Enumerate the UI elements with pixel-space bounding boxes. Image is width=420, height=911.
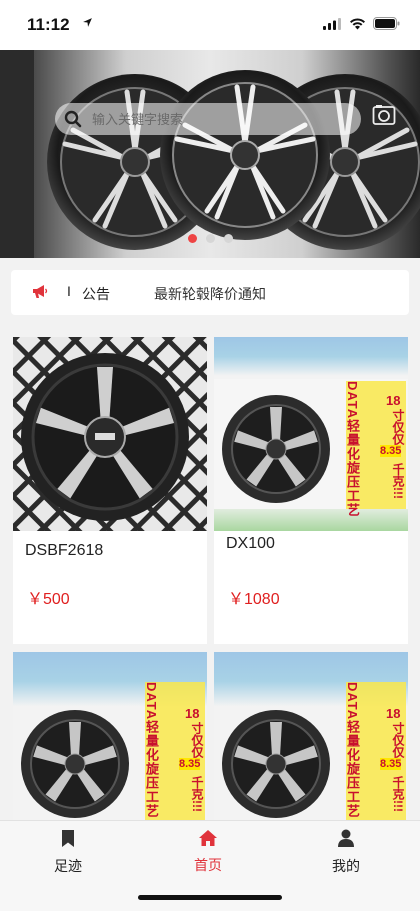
bookmark-icon [62,830,74,847]
search-input[interactable] [90,110,334,128]
notice-text[interactable]: 最新轮毂降价通知 [154,284,266,304]
battery-icon [373,17,400,30]
banner-carousel[interactable] [0,50,420,258]
product-card[interactable]: DATA轻量化旋压工艺 18 寸仅仅 8.35 千克!!! DX100 ￥108… [214,337,408,644]
product-card[interactable]: DSBF2618 ￥500 [13,337,207,644]
product-card[interactable]: DATA轻量化旋压工艺 18 寸仅仅 8.35 千克!!! [214,652,408,822]
promo-badge-inch: 寸仅仅 [391,409,405,445]
carousel-dot-1[interactable] [187,234,197,243]
product-name: DSBF2618 [25,542,104,559]
promo-badge-weight: 8.35 [380,758,402,770]
signal-icon [323,17,341,30]
product-image [13,337,207,531]
home-indicator[interactable] [138,895,282,900]
product-price: ￥1080 [228,591,280,608]
promo-badge-num: 18 [386,393,401,408]
search-bar[interactable] [55,103,361,135]
promo-badge-unit: 千克!!! [190,776,204,812]
notice-separator: I [67,283,71,299]
banner-image-wheels [47,70,420,250]
promo-badge-num: 18 [185,706,200,721]
carousel-dot-2[interactable] [205,234,215,243]
tab-footprint[interactable]: 足迹 [28,829,108,876]
promo-badge-inch: 寸仅仅 [190,722,204,758]
promo-badge-weight: 8.35 [380,445,402,457]
tab-home-label: 首页 [194,857,222,873]
carousel-dot-3[interactable] [223,234,233,243]
promo-badge-unit: 千克!!! [391,463,405,499]
camera-icon[interactable] [372,103,396,127]
carousel-indicator [0,234,420,243]
product-image: DATA轻量化旋压工艺 18 寸仅仅 8.35 千克!!! [13,652,207,822]
person-icon [338,829,354,847]
product-name: DX100 [226,535,275,552]
tab-home[interactable]: 首页 [168,829,248,875]
promo-badge-inch: 寸仅仅 [391,722,405,758]
status-indicators [323,17,400,30]
promo-badge-unit: 千克!!! [391,776,405,812]
location-arrow-icon [82,17,93,31]
promo-vertical-text: DATA轻量化旋压工艺 [144,682,159,819]
status-time: 11:12 [27,15,70,34]
search-icon [64,110,82,128]
announcement-bar[interactable]: I 公告 最新轮毂降价通知 [11,270,409,315]
status-bar: 11:12 [0,0,420,50]
product-image: DATA轻量化旋压工艺 18 寸仅仅 8.35 千克!!! [214,652,408,822]
product-price: ￥500 [27,591,70,608]
product-card[interactable]: DATA轻量化旋压工艺 18 寸仅仅 8.35 千克!!! [13,652,207,822]
wifi-icon [350,17,365,29]
notice-title: 公告 [82,286,110,302]
tab-mine-label: 我的 [332,858,360,874]
promo-vertical-text: DATA轻量化旋压工艺 [345,381,360,518]
product-image: DATA轻量化旋压工艺 18 寸仅仅 8.35 千克!!! [214,337,408,531]
home-icon [199,830,217,846]
tab-footprint-label: 足迹 [54,858,82,874]
promo-badge-weight: 8.35 [179,758,201,770]
tab-mine[interactable]: 我的 [306,829,386,876]
promo-vertical-text: DATA轻量化旋压工艺 [345,682,360,819]
promo-badge-num: 18 [386,706,401,721]
megaphone-icon [33,285,48,298]
